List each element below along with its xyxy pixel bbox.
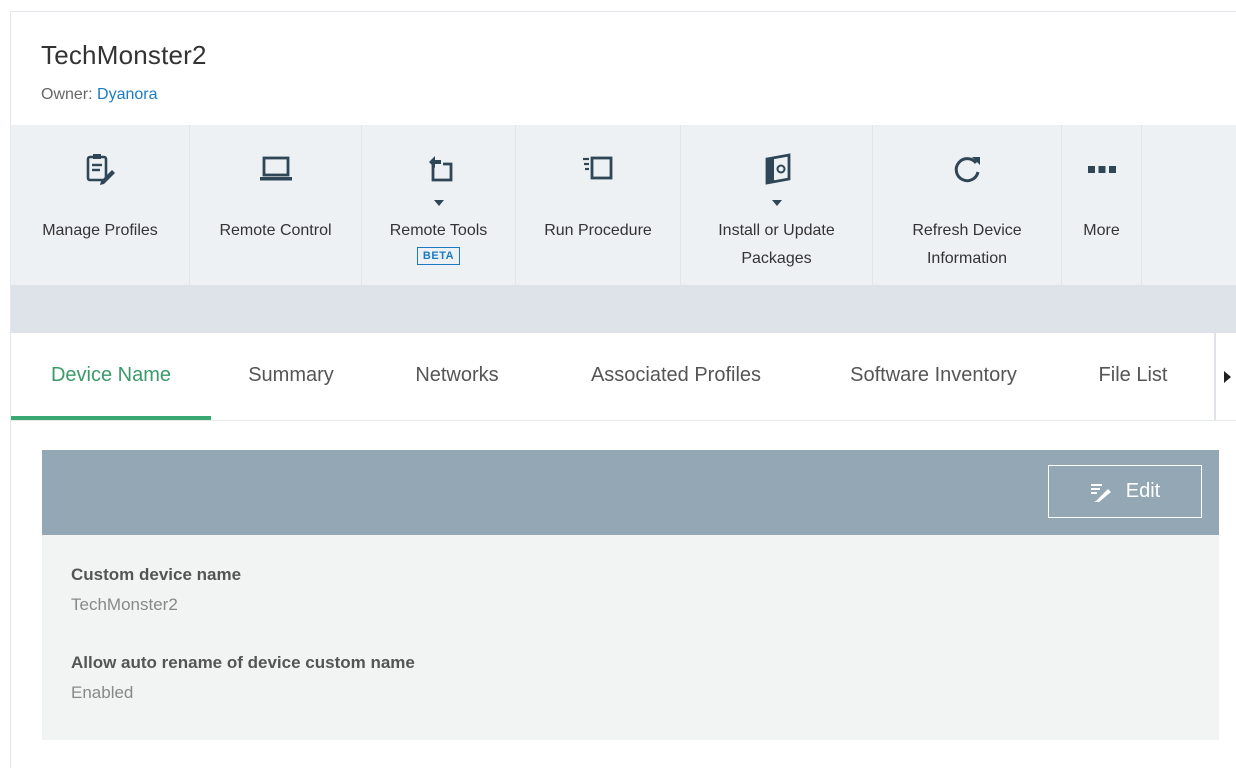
clipboard-edit-icon (82, 151, 118, 187)
action-toolbar: Manage Profiles Remote Control Remote To… (11, 125, 1236, 285)
tabs-scroll-right-button[interactable] (1214, 333, 1236, 420)
auto-rename-value: Enabled (71, 683, 134, 702)
edit-button[interactable]: Edit (1048, 465, 1202, 518)
tab-file-list[interactable]: File List (1083, 333, 1183, 420)
manage-profiles-label: Manage Profiles (42, 222, 158, 239)
remote-tools-label-wrap: Remote Tools BETA (362, 217, 515, 265)
chevron-down-icon (433, 200, 444, 206)
owner-prefix: Owner: (41, 86, 98, 103)
install-update-packages-button[interactable]: Install or Update Packages (681, 125, 873, 285)
auto-rename-label: Allow auto rename of device custom name (71, 653, 415, 672)
manage-profiles-button[interactable]: Manage Profiles (11, 125, 190, 285)
laptop-icon (258, 151, 294, 187)
remote-control-button[interactable]: Remote Control (190, 125, 362, 285)
more-dots-icon (1084, 151, 1120, 187)
remote-tools-icon (421, 151, 457, 187)
owner-line: Owner: Dyanora (41, 86, 158, 104)
tab-software-inventory[interactable]: Software Inventory (826, 333, 1041, 420)
chevron-down-icon (771, 200, 782, 206)
refresh-device-info-button[interactable]: Refresh Device Information (873, 125, 1062, 285)
device-name-panel-body: Custom device name TechMonster2 Allow au… (42, 535, 1219, 740)
toolbar-separator-band (11, 285, 1236, 333)
device-name-panel-header: Edit (42, 450, 1219, 535)
device-tabs: Device Name Summary Networks Associated … (11, 333, 1236, 421)
refresh-label-line1: Refresh Device (912, 222, 1022, 239)
chevron-right-icon (1224, 370, 1231, 383)
device-header: TechMonster2 Owner: Dyanora (11, 12, 1236, 125)
tab-associated-profiles[interactable]: Associated Profiles (561, 333, 791, 420)
install-update-label-wrap: Install or Update Packages (681, 217, 872, 273)
owner-link[interactable]: Dyanora (97, 86, 157, 103)
install-update-label-line2: Packages (741, 250, 812, 267)
beta-badge: BETA (416, 247, 461, 265)
remote-tools-button[interactable]: Remote Tools BETA (362, 125, 516, 285)
install-update-label-line1: Install or Update (718, 222, 835, 239)
tab-summary[interactable]: Summary (233, 333, 349, 420)
beta-badge-wrap: BETA (362, 245, 515, 265)
custom-device-name-label: Custom device name (71, 565, 242, 584)
tab-device-name[interactable]: Device Name (11, 333, 211, 420)
edit-label: Edit (1125, 480, 1161, 502)
refresh-icon (949, 151, 985, 187)
tab-networks[interactable]: Networks (397, 333, 517, 420)
run-procedure-icon (580, 151, 616, 187)
more-button[interactable]: More (1062, 125, 1142, 285)
remote-tools-label: Remote Tools (389, 222, 488, 239)
remote-control-label: Remote Control (219, 222, 332, 239)
device-details-window: TechMonster2 Owner: Dyanora Manage Profi… (10, 11, 1236, 768)
package-install-icon (759, 151, 795, 187)
edit-icon (1090, 482, 1112, 502)
refresh-label-line2: Information (926, 250, 1008, 267)
custom-device-name-value: TechMonster2 (71, 595, 178, 614)
more-label: More (1083, 222, 1120, 239)
run-procedure-label: Run Procedure (544, 222, 652, 239)
page-title: TechMonster2 (41, 40, 207, 70)
run-procedure-button[interactable]: Run Procedure (516, 125, 681, 285)
refresh-label-wrap: Refresh Device Information (873, 217, 1061, 273)
